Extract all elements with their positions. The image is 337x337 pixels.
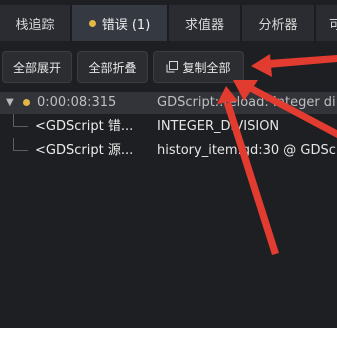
errors-toolbar: 全部展开 全部折叠 复制全部 [0, 51, 337, 85]
tab-more-label: 可 [329, 17, 337, 33]
tab-evaluator-label: 求值器 [184, 17, 224, 33]
error-time: 0:00:08:315 [37, 95, 117, 110]
tab-stack-trace-label: 栈追踪 [15, 17, 55, 33]
tab-evaluator[interactable]: 求值器 [169, 5, 240, 41]
copy-icon [166, 61, 179, 73]
tab-profiler-label: 分析器 [258, 17, 298, 33]
collapse-all-label: 全部折叠 [88, 60, 137, 75]
error-source-row[interactable]: <GDScript 源... history_item.gd:30 @ GDSc [0, 140, 337, 162]
error-entry-row[interactable]: ▼ 0:00:08:315 GDScript::reload: Integer … [0, 92, 337, 114]
warning-dot-icon [88, 19, 96, 27]
debugger-panel: 栈追踪 错误 (1) 求值器 分析器 可 全部展开 全部折叠 复制全部 ▼ 0:… [0, 0, 337, 328]
warning-dot-icon [23, 99, 30, 106]
copy-all-label: 复制全部 [182, 60, 231, 75]
error-detail-row[interactable]: <GDScript 错... INTEGER_DIVISION [0, 116, 337, 138]
tab-errors-label: 错误 (1) [101, 17, 151, 33]
error-detail-value: INTEGER_DIVISION [157, 119, 280, 134]
chevron-down-icon[interactable]: ▼ [6, 92, 14, 114]
expand-all-label: 全部展开 [12, 60, 61, 75]
expand-all-button[interactable]: 全部展开 [2, 51, 72, 83]
error-source-value: history_item.gd:30 @ GDSc [157, 143, 336, 158]
copy-all-button[interactable]: 复制全部 [153, 51, 244, 83]
error-detail-key: <GDScript 错... [35, 119, 134, 134]
tab-more[interactable]: 可 [316, 5, 337, 41]
debugger-tabbar: 栈追踪 错误 (1) 求值器 分析器 可 [0, 5, 337, 41]
tab-profiler[interactable]: 分析器 [242, 5, 314, 41]
error-message: GDScript::reload: Integer di [157, 95, 336, 110]
tab-stack-trace[interactable]: 栈追踪 [0, 5, 70, 41]
errors-tree: ▼ 0:00:08:315 GDScript::reload: Integer … [0, 92, 337, 166]
collapse-all-button[interactable]: 全部折叠 [77, 51, 148, 83]
tab-errors[interactable]: 错误 (1) [72, 5, 167, 41]
error-source-key: <GDScript 源... [35, 143, 134, 158]
